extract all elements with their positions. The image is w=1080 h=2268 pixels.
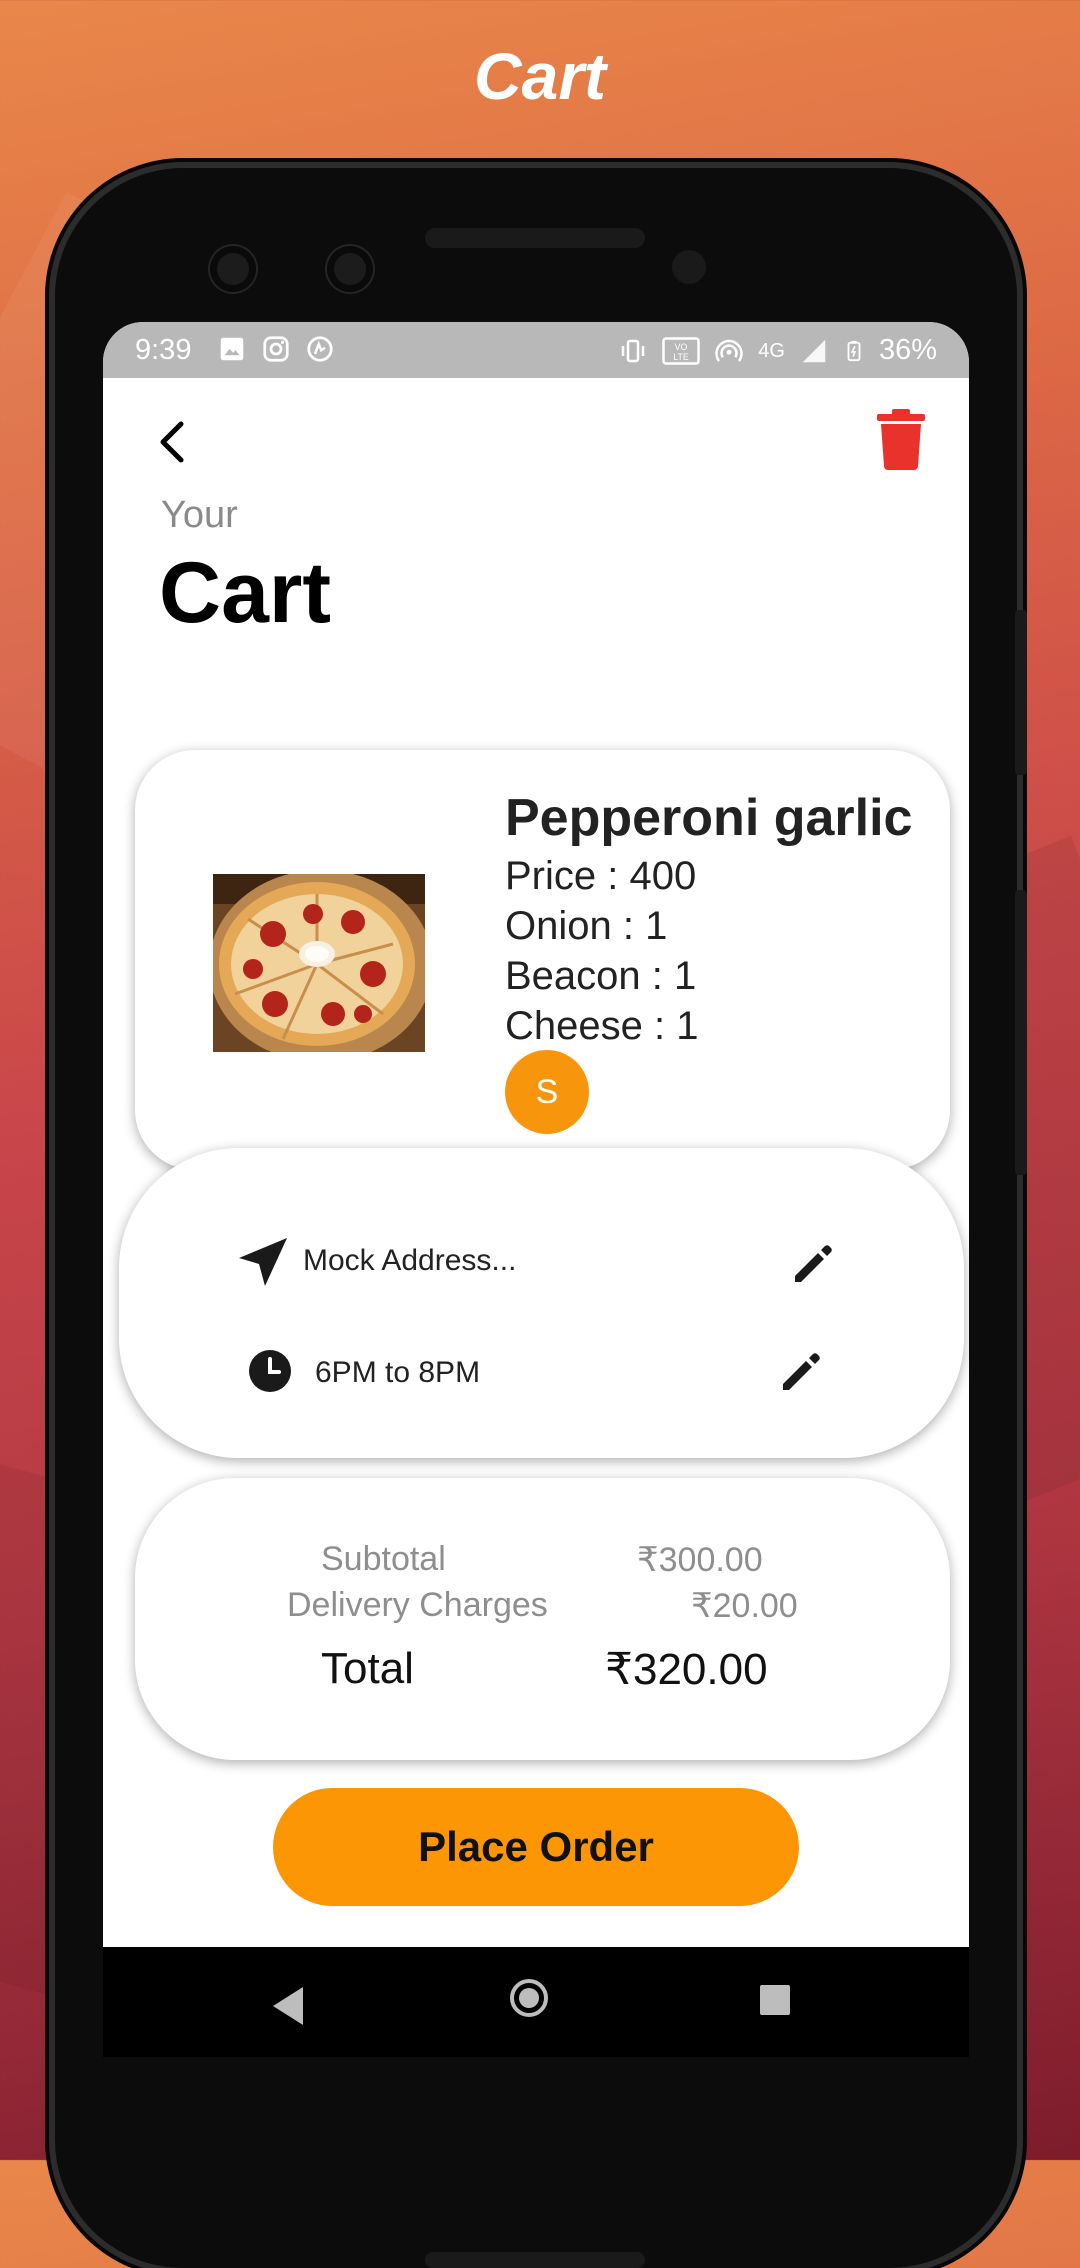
earpiece-speaker [425, 228, 645, 248]
svg-text:VO: VO [675, 341, 688, 351]
nav-recents-icon[interactable] [760, 1985, 790, 2015]
total-label: Total [321, 1644, 414, 1693]
hotspot-icon [715, 339, 743, 362]
pizza-image [213, 874, 425, 1052]
status-right-icons: VO LTE 4G 36% [618, 334, 937, 367]
order-summary-card: Subtotal ₹300.00 Delivery Charges ₹20.00… [135, 1478, 950, 1760]
battery-level: 36% [878, 334, 937, 366]
front-camera [327, 246, 373, 292]
back-arrow-icon[interactable] [143, 412, 203, 472]
app-screen: 9:39 VO LTE 4G 36% Your Cart Pepperoni g… [103, 322, 969, 2057]
subtotal-label: Subtotal [321, 1540, 446, 1578]
promo-title: Cart [473, 39, 607, 113]
proximity-sensor [672, 250, 706, 284]
app-notification-icon [307, 336, 333, 362]
delivery-address: Mock Address... [303, 1244, 517, 1277]
trash-icon[interactable] [875, 408, 927, 470]
delivery-time-slot: 6PM to 8PM [315, 1356, 481, 1389]
gallery-icon [220, 337, 244, 361]
subtotal-value: ₹300.00 [637, 1541, 763, 1579]
page-title: Cart [159, 545, 332, 641]
nav-home-icon[interactable] [510, 1979, 548, 2017]
battery-charging-icon [847, 340, 861, 361]
status-time: 9:39 [135, 334, 192, 366]
system-navigation-bar [103, 1947, 969, 2057]
clock-icon [249, 1350, 291, 1392]
navigation-arrow-icon [239, 1238, 287, 1286]
item-price: Price : 400 [505, 854, 697, 898]
svg-text:LTE: LTE [674, 351, 690, 361]
cart-item-card[interactable]: Pepperoni garlic Price : 400 Onion : 1 B… [135, 750, 950, 1170]
instagram-icon [263, 336, 289, 362]
status-left-icons [217, 334, 335, 364]
product-image [213, 874, 425, 1052]
item-option: Beacon : 1 [505, 954, 697, 998]
delivery-charges-value: ₹20.00 [691, 1587, 798, 1625]
item-option: Cheese : 1 [505, 1004, 699, 1048]
volte-icon: VOLTE [662, 336, 701, 365]
edit-pencil-icon[interactable] [775, 1348, 825, 1398]
signal-icon [802, 339, 826, 362]
bottom-speaker [425, 2252, 645, 2268]
place-order-button[interactable]: Place Order [273, 1788, 799, 1906]
nav-back-icon[interactable] [273, 1987, 303, 2025]
vibrate-icon [622, 339, 645, 362]
front-camera [210, 246, 256, 292]
size-badge[interactable]: S [505, 1050, 589, 1134]
delivery-charges-label: Delivery Charges [287, 1586, 548, 1624]
total-value: ₹320.00 [605, 1645, 768, 1694]
item-option: Onion : 1 [505, 904, 668, 948]
edit-pencil-icon[interactable] [787, 1240, 837, 1290]
page-subtitle: Your [161, 494, 238, 536]
volume-button [1015, 890, 1027, 1175]
delivery-details-card: Mock Address... 6PM to 8PM [119, 1148, 964, 1458]
status-bar: 9:39 VO LTE 4G 36% [103, 322, 969, 378]
item-name: Pepperoni garlic [505, 789, 913, 847]
network-type: 4G [758, 339, 785, 362]
power-button [1015, 610, 1027, 775]
